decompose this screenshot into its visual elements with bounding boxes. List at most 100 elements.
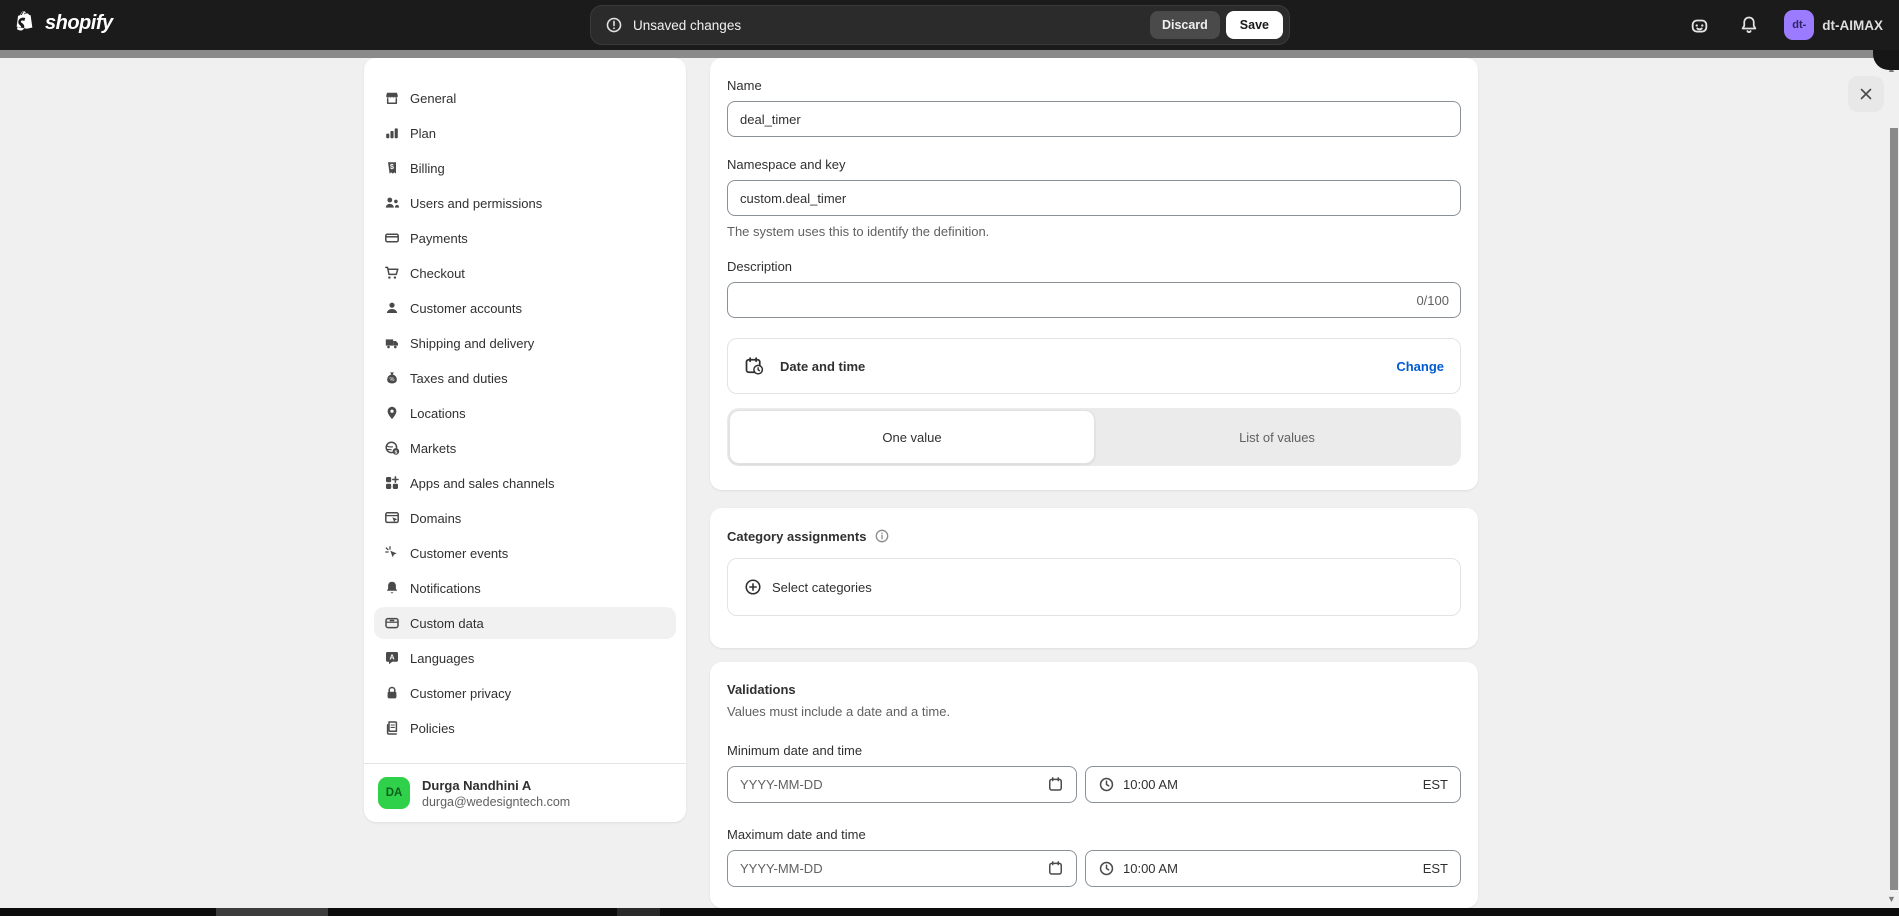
sidebar-item-plan[interactable]: Plan [374, 117, 676, 149]
list-of-values-segment[interactable]: List of values [1095, 410, 1459, 464]
shopify-wordmark: shopify [45, 12, 113, 35]
scrollbar-thumb[interactable] [1890, 128, 1898, 890]
sidebar-item-customer-accounts[interactable]: Customer accounts [374, 292, 676, 324]
namespace-label: Namespace and key [727, 157, 1461, 172]
metafield-definition-panel: Name Namespace and key The system uses t… [710, 58, 1478, 908]
close-icon [1858, 86, 1874, 102]
taskbar-segment [216, 908, 328, 916]
svg-text:%: % [390, 377, 395, 383]
sidebar-item-label: Customer privacy [410, 686, 511, 701]
user-name: Durga Nandhini A [422, 778, 570, 793]
map-pin-icon [384, 405, 400, 421]
sidebar-item-label: Markets [410, 441, 456, 456]
description-input[interactable] [727, 282, 1461, 318]
sidebar-item-taxes-and-duties[interactable]: % Taxes and duties [374, 362, 676, 394]
svg-text:A: A [389, 654, 394, 661]
user-info: Durga Nandhini A durga@wedesigntech.com [422, 778, 570, 809]
translate-icon: A [384, 650, 400, 666]
sidebar-item-policies[interactable]: Policies [374, 712, 676, 744]
sidebar-item-apps-and-sales-channels[interactable]: Apps and sales channels [374, 467, 676, 499]
content-type-box: Date and time Change [727, 338, 1461, 394]
sidebar-item-label: Payments [410, 231, 468, 246]
validations-title: Validations [727, 682, 1461, 697]
notifications-bell-icon[interactable] [1734, 10, 1764, 40]
shopify-logo[interactable]: shopify [14, 10, 113, 36]
sidebar-item-languages[interactable]: ALanguages [374, 642, 676, 674]
sidebar-item-shipping-and-delivery[interactable]: Shipping and delivery [374, 327, 676, 359]
close-button[interactable] [1848, 76, 1884, 112]
apps-grid-icon [384, 475, 400, 491]
lock-icon [384, 685, 400, 701]
min-date-input[interactable] [740, 777, 1039, 792]
store-menu[interactable]: dt- dt-AIMAX [1784, 10, 1883, 40]
topbar: shopify Unsaved changes Discard Save dt-… [0, 0, 1899, 50]
sidebar-item-label: Taxes and duties [410, 371, 508, 386]
taskbar [0, 908, 1899, 916]
name-input[interactable] [727, 101, 1461, 137]
sidebar-item-users-and-permissions[interactable]: Users and permissions [374, 187, 676, 219]
cursor-click-icon [384, 545, 400, 561]
sidebar-item-payments[interactable]: Payments [374, 222, 676, 254]
sidebar-item-general[interactable]: General [374, 82, 676, 114]
save-button[interactable]: Save [1226, 11, 1283, 39]
sidebar-item-markets[interactable]: $ Markets [374, 432, 676, 464]
category-assignments-card: Category assignments Select categories [710, 508, 1478, 648]
min-timezone-label: EST [1423, 777, 1448, 792]
sidebar-item-label: Checkout [410, 266, 465, 281]
select-categories-button[interactable]: Select categories [727, 558, 1461, 616]
sidebar-item-label: Locations [410, 406, 466, 421]
select-categories-label: Select categories [772, 580, 872, 595]
min-time-input-box[interactable]: 10:00 AM EST [1085, 766, 1461, 803]
max-date-input[interactable] [740, 861, 1039, 876]
globe-dollar-icon: $ [384, 440, 400, 456]
sidekick-icon[interactable] [1684, 10, 1714, 40]
info-icon[interactable] [874, 528, 890, 544]
sidebar-item-label: Plan [410, 126, 436, 141]
shopify-bag-icon [14, 10, 38, 36]
sidebar-item-notifications[interactable]: Notifications [374, 572, 676, 604]
unsaved-changes-label: Unsaved changes [633, 18, 1150, 33]
sidebar-item-locations[interactable]: Locations [374, 397, 676, 429]
users-icon [384, 195, 400, 211]
category-assignments-title: Category assignments [727, 529, 866, 544]
truck-icon [384, 335, 400, 351]
user-block[interactable]: DA Durga Nandhini A durga@wedesigntech.c… [364, 763, 686, 822]
sidebar-item-label: Users and permissions [410, 196, 542, 211]
unsaved-changes-bar: Unsaved changes Discard Save [590, 5, 1290, 45]
sidebar-item-custom-data[interactable]: Custom data [374, 607, 676, 639]
cardinality-segmented-control: One value List of values [727, 408, 1461, 466]
min-date-input-box[interactable] [727, 766, 1077, 803]
store-avatar: dt- [1784, 10, 1814, 40]
clock-icon [1098, 776, 1115, 793]
min-time-value: 10:00 AM [1123, 777, 1415, 792]
clock-icon [1098, 860, 1115, 877]
sidebar-item-billing[interactable]: $Billing [374, 152, 676, 184]
person-icon [384, 300, 400, 316]
sidebar-item-checkout[interactable]: Checkout [374, 257, 676, 289]
one-value-segment[interactable]: One value [729, 410, 1095, 464]
max-date-input-box[interactable] [727, 850, 1077, 887]
taskbar-segment [617, 908, 660, 916]
sidebar-item-customer-privacy[interactable]: Customer privacy [374, 677, 676, 709]
name-label: Name [727, 78, 1461, 93]
settings-sidebar: GeneralPlan$BillingUsers and permissions… [364, 58, 686, 822]
sidebar-item-label: Billing [410, 161, 445, 176]
discard-button[interactable]: Discard [1150, 11, 1220, 39]
tax-bag-icon: % [384, 370, 400, 386]
sidebar-item-label: Notifications [410, 581, 481, 596]
cart-icon [384, 265, 400, 281]
sidebar-item-label: Customer accounts [410, 301, 522, 316]
scrollbar-down-arrow[interactable]: ▼ [1887, 894, 1896, 904]
max-time-input-box[interactable]: 10:00 AM EST [1085, 850, 1461, 887]
change-type-link[interactable]: Change [1396, 359, 1444, 374]
sidebar-item-label: Apps and sales channels [410, 476, 555, 491]
calendar-clock-icon [744, 356, 764, 376]
namespace-input[interactable] [727, 180, 1461, 216]
svg-text:$: $ [395, 449, 398, 455]
sidebar-item-customer-events[interactable]: Customer events [374, 537, 676, 569]
settings-nav: GeneralPlan$BillingUsers and permissions… [364, 58, 686, 763]
custom-data-icon [384, 615, 400, 631]
description-label: Description [727, 259, 1461, 274]
sidebar-item-label: Policies [410, 721, 455, 736]
sidebar-item-domains[interactable]: Domains [374, 502, 676, 534]
